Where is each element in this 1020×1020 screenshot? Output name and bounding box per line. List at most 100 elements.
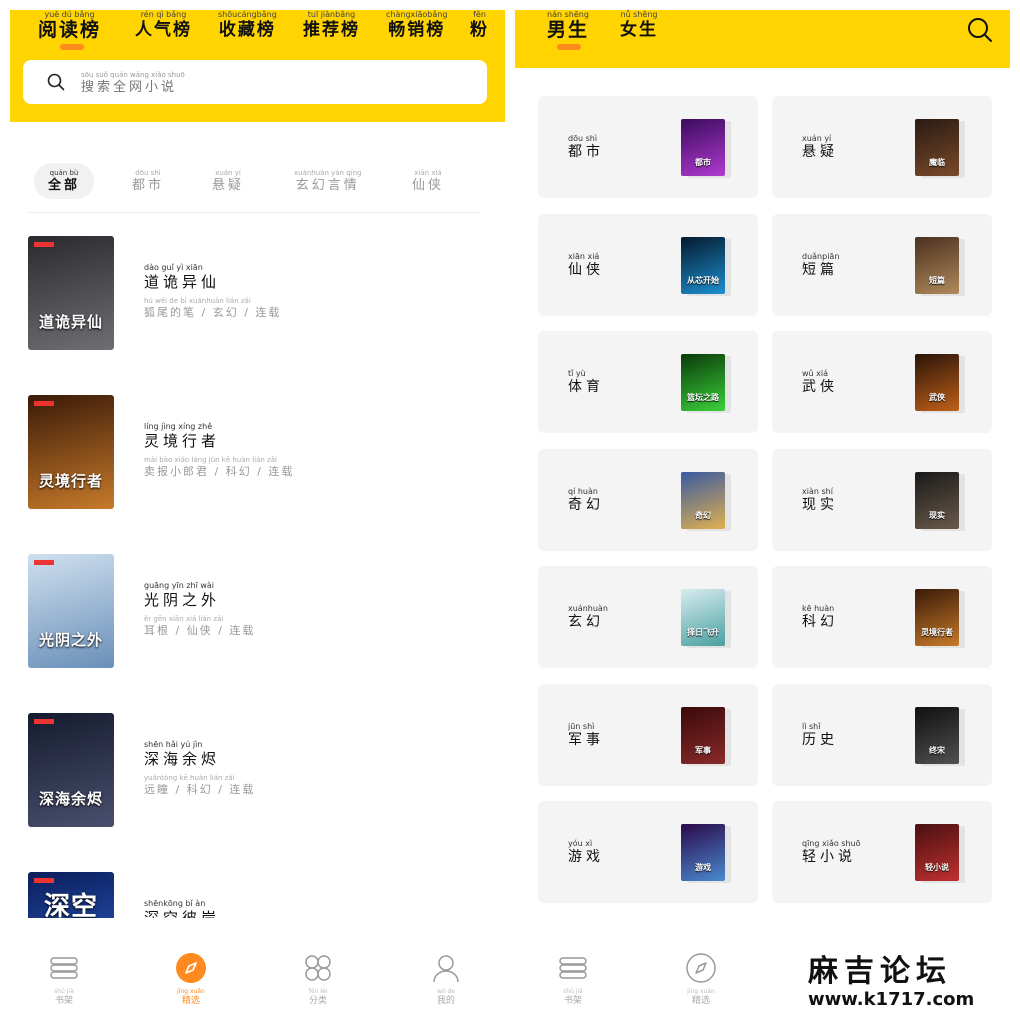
genre-label: 军事 xyxy=(568,731,604,748)
tab-favorites-rank[interactable]: shōucángbǎng 收藏榜 xyxy=(218,10,277,40)
nav-label: 书架 xyxy=(54,996,73,1006)
genre-name: wǔ xiá 武侠 xyxy=(802,369,838,396)
tab-label: 畅销榜 xyxy=(388,20,446,40)
book-title-pinyin: guāng yīn zhī wài xyxy=(144,581,215,590)
genre-name: kē huàn 科幻 xyxy=(802,604,838,631)
nav-pinyin: jīng xuǎn xyxy=(687,988,715,995)
category-fantasy-romance[interactable]: xuánhuàn yán qíng 玄幻言情 xyxy=(294,163,362,199)
nav-bookshelf[interactable]: shū jià 书架 xyxy=(24,952,104,1007)
tab-label: 推荐榜 xyxy=(303,20,360,40)
watermark-title: 麻吉论坛 xyxy=(808,954,952,989)
genre-card[interactable]: qīng xiǎo shuō 轻小说 轻小说 xyxy=(772,801,992,903)
nav-featured[interactable]: jīng xuǎn 精选 xyxy=(151,952,231,1007)
genre-label: 短篇 xyxy=(802,261,838,278)
tab-popularity-rank[interactable]: rén qì bǎng 人气榜 xyxy=(135,10,192,40)
search-icon xyxy=(47,73,65,91)
genre-pinyin: xuán yí xyxy=(802,134,832,143)
genre-label: 科幻 xyxy=(802,614,838,630)
category-xianxia[interactable]: xiān xiá 仙侠 xyxy=(412,163,444,199)
genre-cover-title: 短篇 xyxy=(929,275,945,285)
tab-recommend-rank[interactable]: tuī jiànbǎng 推荐榜 xyxy=(303,10,360,40)
book-meta-pinyin: hú wěi de bǐ xuánhuàn lián zǎi xyxy=(144,297,251,305)
genre-cover: 篮坛之路 xyxy=(681,354,725,411)
category-label: 仙侠 xyxy=(412,178,445,193)
genre-card[interactable]: qí huàn 奇幻 奇幻 xyxy=(538,448,758,551)
genre-card[interactable]: wǔ xiá 武侠 武侠 xyxy=(772,331,992,433)
book-meta: 狐尾的笔 / 玄幻 / 连载 xyxy=(144,306,282,319)
genre-cover-title: 轻小说 xyxy=(925,863,949,872)
genre-card[interactable]: kē huàn 科幻 灵境行者 xyxy=(772,566,992,668)
tab-female[interactable]: nǚ shēng 女生 xyxy=(620,10,658,40)
genre-pinyin: qí huàn xyxy=(568,486,598,496)
tab-reading-rank[interactable]: yuè dú bǎng 阅读榜 xyxy=(38,10,101,40)
nav-featured[interactable]: jīng xuǎn 精选 xyxy=(661,952,741,1007)
genre-pinyin: xiān xiá xyxy=(568,251,600,261)
category-pinyin: xiān xiá xyxy=(414,169,442,177)
bookshelf-icon xyxy=(50,957,78,979)
genre-card[interactable]: xiān xiá 仙侠 从芯开始 xyxy=(538,213,758,316)
search-input[interactable]: sōu suǒ quán wǎng xiǎo shuō 搜索全网小说 xyxy=(23,60,487,104)
genre-cover-title: 篮坛之路 xyxy=(687,393,719,402)
book-cover[interactable]: 光阴之外 xyxy=(28,554,114,668)
genre-card[interactable]: duǎnpiān 短篇 短篇 xyxy=(772,213,992,316)
genre-cover: 择日飞升 xyxy=(681,589,725,646)
genre-card[interactable]: xiàn shí 现实 现实 xyxy=(772,448,992,551)
genre-cover: 军事 xyxy=(681,706,725,764)
category-all[interactable]: quán bù 全部 xyxy=(34,163,95,199)
genre-cover-title: 择日飞升 xyxy=(687,628,719,637)
genre-card[interactable]: lì shǐ 历史 终宋 xyxy=(772,683,992,786)
category-filter: quán bù 全部 dōu shì 都市 xuán yí 悬疑 xuánhuà… xyxy=(28,163,488,199)
book-cover[interactable]: 灵境行者 xyxy=(28,395,114,509)
genre-cover: 都市 xyxy=(681,119,725,176)
nav-category[interactable]: fēn lèi 分类 xyxy=(278,952,358,1007)
ranking-header: yuè dú bǎng 阅读榜 rén qì bǎng 人气榜 shōucáng… xyxy=(10,10,505,122)
book-title-pinyin: shēn hǎi yú jìn xyxy=(144,740,203,749)
book-cover[interactable]: 道诡异仙 xyxy=(28,236,114,350)
genre-pinyin: dōu shì xyxy=(568,134,598,143)
book-meta: 远瞳 / 科幻 / 连载 xyxy=(144,783,256,796)
tab-bestseller-rank[interactable]: chàngxiāobǎng 畅销榜 xyxy=(386,10,447,40)
genre-card[interactable]: dōu shì 都市 都市 xyxy=(538,96,758,198)
genre-card[interactable]: yóu xì 游戏 游戏 xyxy=(538,801,758,903)
genre-name: xuán yí 悬疑 xyxy=(802,134,838,161)
genre-cover: 奇幻 xyxy=(681,471,725,529)
genre-cover: 轻小说 xyxy=(915,824,959,881)
genre-label: 体育 xyxy=(568,379,604,395)
book-cover[interactable]: 深空 xyxy=(28,872,114,918)
genre-name: xiān xiá 仙侠 xyxy=(568,252,604,279)
nav-mine[interactable]: wǒ de 我的 xyxy=(406,952,486,1007)
nav-pinyin: shū jià xyxy=(563,988,583,995)
book-cover[interactable]: 深海余烬 xyxy=(28,713,114,827)
tab-label: 女生 xyxy=(620,20,658,40)
genre-card[interactable]: jūn shì 军事 军事 xyxy=(538,683,758,786)
tab-fans-rank[interactable]: fěn 粉 xyxy=(470,10,489,40)
genre-name: dōu shì 都市 xyxy=(568,134,604,161)
genre-header: nán shēng 男生 nǚ shēng 女生 xyxy=(515,10,1010,68)
book-item[interactable]: 深空 shēnkōng bǐ àn 深空彼岸 xyxy=(28,872,488,918)
genre-cover: 短篇 xyxy=(915,236,959,294)
genre-cover: 终宋 xyxy=(915,706,959,764)
category-suspense[interactable]: xuán yí 悬疑 xyxy=(212,163,244,199)
nav-bookshelf[interactable]: shū jià 书架 xyxy=(533,952,613,1007)
book-meta-pinyin: ěr gēn xiān xiá lián zǎi xyxy=(144,615,224,623)
genre-label: 现实 xyxy=(802,496,838,513)
book-item[interactable]: 道诡异仙 dào guǐ yì xiān 道诡异仙 hú wěi de bǐ x… xyxy=(28,236,488,350)
book-item[interactable]: 深海余烬 shēn hǎi yú jìn 深海余烬 yuǎntóng kē hu… xyxy=(28,713,488,827)
book-item[interactable]: 灵境行者 líng jìng xíng zhě 灵境行者 mài bào xiǎ… xyxy=(28,395,488,509)
cover-title: 光阴之外 xyxy=(38,631,103,649)
category-urban[interactable]: dōu shì 都市 xyxy=(132,163,164,199)
genre-card[interactable]: xuán yí 悬疑 魔临 xyxy=(772,96,992,198)
ranking-panel: yuè dú bǎng 阅读榜 rén qì bǎng 人气榜 shōucáng… xyxy=(10,0,505,1020)
tab-label: 人气榜 xyxy=(135,20,192,40)
nav-label: 书架 xyxy=(563,996,582,1006)
genre-card[interactable]: xuánhuàn 玄幻 择日飞升 xyxy=(538,566,758,668)
book-title: 深空彼岸 xyxy=(144,909,221,918)
tab-male[interactable]: nán shēng 男生 xyxy=(547,10,589,40)
book-meta-pinyin: mài bào xiǎo láng jūn kē huàn lián zǎi xyxy=(144,456,277,464)
user-icon xyxy=(433,955,459,983)
search-icon[interactable] xyxy=(966,16,994,44)
genre-name: jūn shì 军事 xyxy=(568,722,604,749)
genre-cover: 从芯开始 xyxy=(681,236,725,294)
book-item[interactable]: 光阴之外 guāng yīn zhī wài 光阴之外 ěr gēn xiān … xyxy=(28,554,488,668)
genre-card[interactable]: tǐ yù 体育 篮坛之路 xyxy=(538,331,758,433)
